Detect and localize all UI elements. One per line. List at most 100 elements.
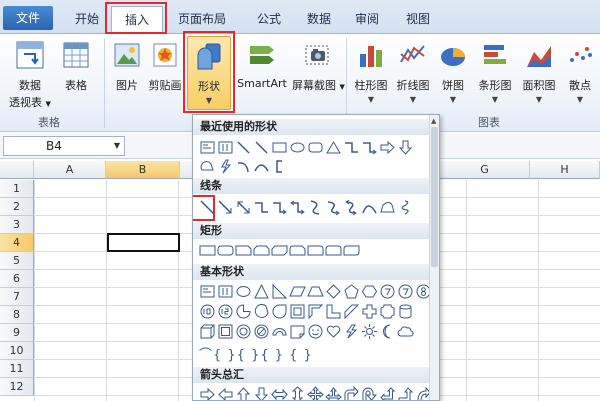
shape-rectangle[interactable]: [271, 139, 288, 156]
shape-curve[interactable]: [253, 158, 270, 175]
shape-diamond[interactable]: [325, 283, 342, 300]
shape-heart[interactable]: [325, 323, 342, 340]
scatter-chart-button[interactable]: 散点 ▼: [562, 40, 598, 104]
line-chart-button[interactable]: 折线图 ▼: [393, 40, 433, 104]
shape-rect-round-snip[interactable]: [289, 242, 306, 259]
tab-file[interactable]: 文件: [3, 6, 53, 30]
shape-textbox[interactable]: [199, 139, 216, 156]
shape-arrow-up[interactable]: [235, 386, 252, 400]
row-header-1[interactable]: 1: [0, 180, 34, 198]
column-chart-button[interactable]: 柱形图 ▼: [351, 40, 391, 104]
shape-cloud[interactable]: [397, 323, 414, 340]
shape-vertical-textbox[interactable]: [217, 139, 234, 156]
shape-diagonal-stripe[interactable]: [343, 303, 360, 320]
shape-elbow-line-double[interactable]: [289, 199, 306, 216]
row-header-10[interactable]: 10: [0, 342, 34, 360]
tab-insert[interactable]: 插入: [111, 6, 163, 35]
name-box[interactable]: B4 ▼: [3, 136, 125, 156]
shape-curved-connector[interactable]: [307, 199, 324, 216]
shape-rect-snip[interactable]: [235, 242, 252, 259]
shape-pentagon[interactable]: [343, 283, 360, 300]
column-header-a[interactable]: A: [34, 161, 106, 179]
row-header-5[interactable]: 5: [0, 252, 34, 270]
shape-rect-snip-diag[interactable]: [271, 242, 288, 259]
row-header-2[interactable]: 2: [0, 198, 34, 216]
shape-scribble[interactable]: [397, 199, 414, 216]
shape-line-double-arrow[interactable]: [235, 199, 252, 216]
shape-lightning[interactable]: [217, 158, 234, 175]
shape-oval[interactable]: [289, 139, 306, 156]
row-header-3[interactable]: 3: [0, 216, 34, 234]
shape-bracket[interactable]: [271, 158, 288, 175]
row-header-6[interactable]: 6: [0, 270, 34, 288]
shape-down-arrow[interactable]: [397, 139, 414, 156]
shape-number-twelve[interactable]: [217, 303, 234, 320]
shape-flowchart[interactable]: [199, 158, 216, 175]
shape-block-arc[interactable]: [271, 323, 288, 340]
row-header-12[interactable]: 12: [0, 378, 34, 396]
shape-elbow-arrow[interactable]: [361, 139, 378, 156]
shape-donut[interactable]: [235, 323, 252, 340]
shape-bevel[interactable]: [217, 323, 234, 340]
shape-right-triangle[interactable]: [271, 283, 288, 300]
shape-teardrop[interactable]: [271, 303, 288, 320]
shape-line-straight[interactable]: [199, 199, 216, 216]
shape-sun[interactable]: [361, 323, 378, 340]
shape-number-ten[interactable]: [199, 303, 216, 320]
shape-arrow-up-down[interactable]: [289, 386, 306, 400]
column-header-b[interactable]: B: [106, 161, 180, 179]
shape-lightning-bolt[interactable]: [343, 323, 360, 340]
screenshot-button[interactable]: 屏幕截图 ▼: [292, 40, 345, 93]
shape-smiley[interactable]: [307, 323, 324, 340]
shape-folded-corner[interactable]: [289, 323, 306, 340]
shape-row-brackets[interactable]: ⌒{ }{ }{ } { }: [199, 344, 313, 363]
bar-chart-button[interactable]: 条形图 ▼: [474, 40, 516, 104]
shape-elbow-connector[interactable]: [343, 139, 360, 156]
shape-arrow-down[interactable]: [253, 386, 270, 400]
row-header-11[interactable]: 11: [0, 360, 34, 378]
shape-arrow-quad[interactable]: [307, 386, 324, 400]
shape-pie[interactable]: [235, 303, 252, 320]
shape-rect-snip-2[interactable]: [253, 242, 270, 259]
shape-curve-line[interactable]: [361, 199, 378, 216]
shape-arrow-left-up[interactable]: [379, 386, 396, 400]
shape-line-arrow[interactable]: [217, 199, 234, 216]
shape-plaque[interactable]: [379, 303, 396, 320]
shape-arrow-left-right-up[interactable]: [325, 386, 342, 400]
table-button[interactable]: 表格: [60, 40, 92, 93]
shape-textbox-basic[interactable]: [199, 283, 216, 300]
row-header-4[interactable]: 4: [0, 234, 34, 252]
shape-frame[interactable]: [289, 303, 306, 320]
shape-hexagon[interactable]: [361, 283, 378, 300]
shape-trapezoid[interactable]: [307, 283, 324, 300]
shape-freeform[interactable]: [379, 199, 396, 216]
active-cell[interactable]: [107, 233, 180, 252]
shape-right-arrow[interactable]: [379, 139, 396, 156]
shape-can[interactable]: [397, 303, 414, 320]
shape-elbow-line-arrow[interactable]: [271, 199, 288, 216]
shape-curved-connector-double[interactable]: [343, 199, 360, 216]
shape-parallelogram[interactable]: [289, 283, 306, 300]
shape-arc[interactable]: [235, 158, 252, 175]
shape-no-symbol[interactable]: [253, 323, 270, 340]
shape-arrow-bent-up[interactable]: [397, 386, 414, 400]
clipart-button[interactable]: 剪贴画: [147, 40, 183, 93]
shape-arrow-u-turn[interactable]: [361, 386, 378, 400]
row-header-7[interactable]: 7: [0, 288, 34, 306]
scrollbar-thumb[interactable]: [431, 127, 438, 267]
shape-number-seven[interactable]: [379, 283, 396, 300]
tab-view[interactable]: 视图: [395, 8, 441, 34]
shape-rect-round-one[interactable]: [307, 242, 324, 259]
shape-ellipse[interactable]: [235, 283, 252, 300]
column-header-h[interactable]: H: [530, 161, 600, 179]
shape-rounded-rect[interactable]: [307, 139, 324, 156]
picture-button[interactable]: 图片: [110, 40, 144, 93]
tab-home[interactable]: 开始: [64, 8, 110, 34]
shape-vtextbox-basic[interactable]: [217, 283, 234, 300]
smartart-button[interactable]: SmartArt: [234, 40, 290, 90]
row-header-9[interactable]: 9: [0, 324, 34, 342]
shape-arrow-right[interactable]: [199, 386, 216, 400]
shape-line[interactable]: [235, 139, 252, 156]
tab-page-layout[interactable]: 页面布局: [170, 8, 234, 34]
shape-cross[interactable]: [361, 303, 378, 320]
